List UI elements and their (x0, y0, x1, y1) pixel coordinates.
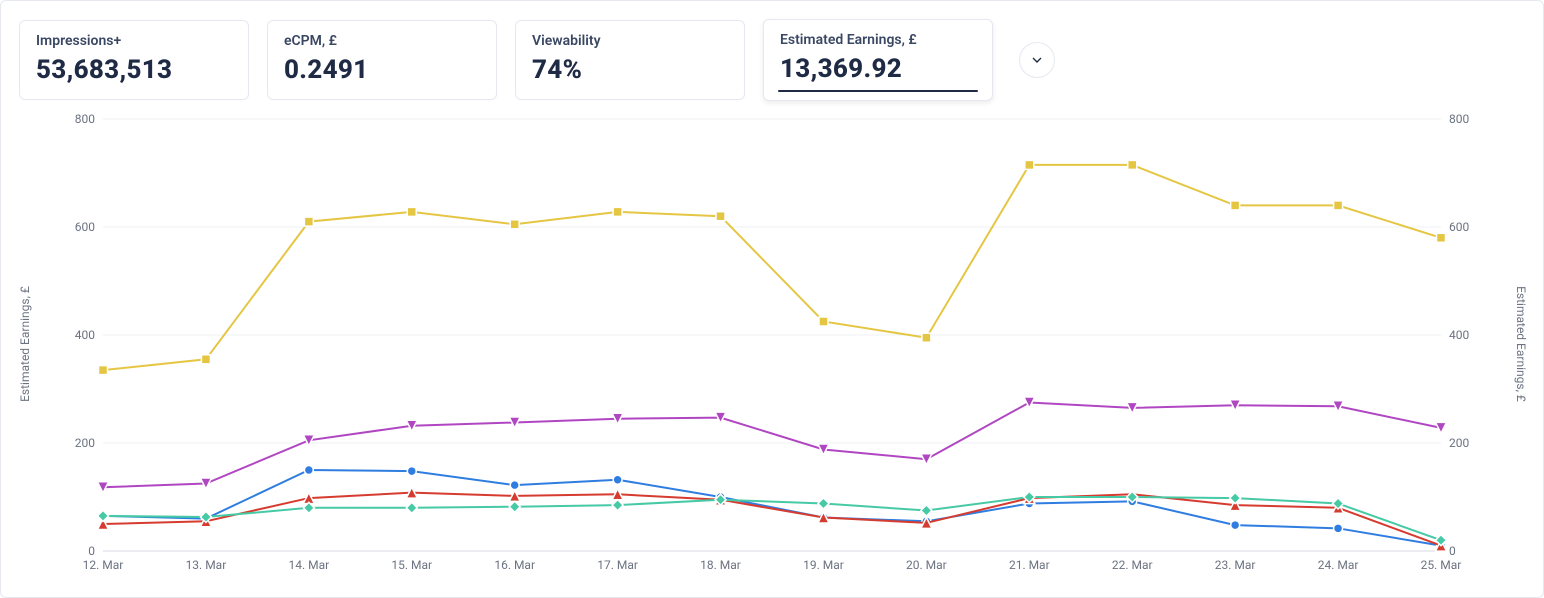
svg-text:400: 400 (75, 328, 95, 342)
svg-text:18. Mar: 18. Mar (700, 558, 741, 572)
card-ecpm[interactable]: eCPM, £ 0.2491 (267, 20, 497, 100)
card-label: eCPM, £ (284, 33, 480, 49)
series-red (98, 487, 1447, 551)
svg-text:800: 800 (75, 112, 95, 126)
svg-text:14. Mar: 14. Mar (288, 558, 329, 572)
svg-text:15. Mar: 15. Mar (391, 558, 432, 572)
card-viewability[interactable]: Viewability 74% (515, 20, 745, 100)
card-value: 0.2491 (284, 55, 480, 85)
svg-text:24. Mar: 24. Mar (1318, 558, 1359, 572)
series-purple (98, 397, 1447, 493)
svg-text:25. Mar: 25. Mar (1421, 558, 1462, 572)
card-label: Estimated Earnings, £ (780, 32, 976, 48)
svg-text:20. Mar: 20. Mar (906, 558, 947, 572)
card-value: 13,369.92 (780, 54, 976, 84)
svg-text:16. Mar: 16. Mar (494, 558, 535, 572)
card-label: Viewability (532, 33, 728, 49)
y-axis-label-right: Estimated Earnings, £ (1514, 286, 1528, 402)
svg-text:13. Mar: 13. Mar (186, 558, 227, 572)
series-yellow (99, 160, 1446, 374)
earnings-chart: 0 0 200 200 400 400 600 600 800 800 12. Mar 13. Mar… (59, 109, 1485, 579)
metric-cards-row: Impressions+ 53,683,513 eCPM, £ 0.2491 V… (19, 19, 1525, 101)
svg-text:600: 600 (75, 220, 95, 234)
svg-text:23. Mar: 23. Mar (1215, 558, 1256, 572)
svg-text:600: 600 (1449, 220, 1469, 234)
card-estimated-earnings[interactable]: Estimated Earnings, £ 13,369.92 (763, 19, 993, 101)
card-value: 53,683,513 (36, 55, 232, 85)
chart-area: Estimated Earnings, £ Estimated Earnings… (19, 109, 1525, 579)
svg-text:200: 200 (1449, 436, 1469, 450)
expand-button[interactable] (1019, 42, 1055, 78)
svg-text:22. Mar: 22. Mar (1112, 558, 1153, 572)
svg-text:19. Mar: 19. Mar (803, 558, 844, 572)
svg-text:800: 800 (1449, 112, 1469, 126)
svg-text:21. Mar: 21. Mar (1009, 558, 1050, 572)
svg-text:0: 0 (88, 544, 95, 558)
chevron-down-icon (1029, 52, 1045, 68)
svg-text:400: 400 (1449, 328, 1469, 342)
card-value: 74% (532, 55, 728, 85)
y-axis-label-left: Estimated Earnings, £ (18, 286, 32, 402)
card-impressions[interactable]: Impressions+ 53,683,513 (19, 20, 249, 100)
card-label: Impressions+ (36, 33, 232, 49)
svg-text:17. Mar: 17. Mar (597, 558, 638, 572)
svg-text:200: 200 (75, 436, 95, 450)
dashboard-panel: Impressions+ 53,683,513 eCPM, £ 0.2491 V… (0, 0, 1544, 598)
svg-text:12. Mar: 12. Mar (83, 558, 124, 572)
svg-text:0: 0 (1449, 544, 1456, 558)
